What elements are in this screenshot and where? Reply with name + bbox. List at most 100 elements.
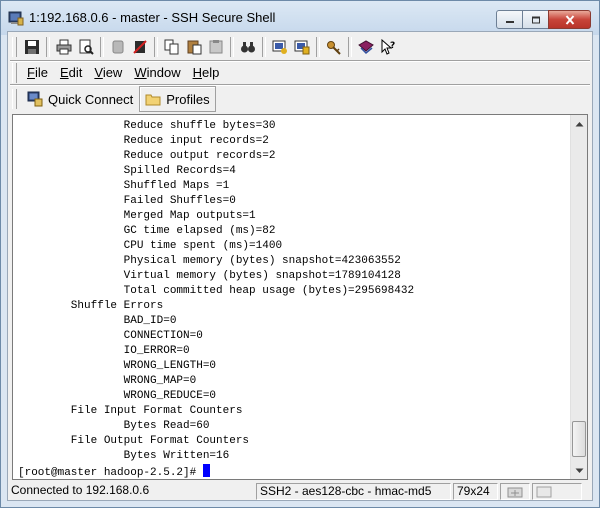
maximize-button[interactable] xyxy=(522,10,549,29)
terminal-line: WRONG_REDUCE=0 xyxy=(18,390,217,402)
status-tunnel xyxy=(500,483,530,500)
scroll-down-icon xyxy=(575,468,583,473)
terminal-line: Total committed heap usage (bytes)=29569… xyxy=(18,285,415,297)
menu-file[interactable]: File xyxy=(21,63,54,83)
minimize-button[interactable] xyxy=(496,10,523,29)
terminal-line: Virtual memory (bytes) snapshot=17891041… xyxy=(18,270,401,282)
terminal-prompt: [root@master hadoop-2.5.2]# xyxy=(18,467,203,479)
window-title: 1:192.168.0.6 - master - SSH Secure Shel… xyxy=(29,10,276,25)
menu-help-accel: H xyxy=(192,65,202,80)
menu-help[interactable]: Help xyxy=(187,63,226,83)
menu-view-label: iew xyxy=(102,65,123,80)
help-book-icon xyxy=(357,39,374,54)
menu-edit[interactable]: Edit xyxy=(54,63,88,83)
svg-text:?: ? xyxy=(390,41,395,51)
scroll-up-button[interactable] xyxy=(571,115,587,132)
terminal-line: BAD_ID=0 xyxy=(18,315,177,327)
terminal-line: WRONG_MAP=0 xyxy=(18,375,197,387)
vertical-scrollbar[interactable] xyxy=(570,115,587,479)
connect-icon xyxy=(112,40,123,53)
help-book-button[interactable] xyxy=(355,36,376,57)
folder-icon xyxy=(145,94,161,106)
status-bar: Connected to 192.168.0.6 SSH2 - aes128-c… xyxy=(8,483,592,500)
menubar-grip[interactable] xyxy=(12,63,17,83)
toolbar-separator xyxy=(154,36,158,57)
quick-connect-icon xyxy=(27,91,43,107)
profiles-button[interactable]: Profiles xyxy=(139,86,216,112)
status-connection: Connected to 192.168.0.6 xyxy=(11,483,150,497)
terminal-line: Bytes Written=16 xyxy=(18,450,230,462)
menu-view[interactable]: View xyxy=(88,63,128,83)
terminal-line: Shuffled Maps =1 xyxy=(18,180,230,192)
status-terminal-size: 79x24 xyxy=(453,483,498,500)
save-icon xyxy=(24,39,39,54)
quickbar-grip[interactable] xyxy=(12,89,17,109)
terminal-text: Reduce shuffle bytes=30 Reduce input rec… xyxy=(18,119,414,479)
help-pointer-button[interactable]: ? xyxy=(377,36,398,57)
terminal-line: Spilled Records=4 xyxy=(18,165,236,177)
print-icon xyxy=(56,39,71,54)
menu-view-accel: V xyxy=(94,65,103,80)
client-area: ? File Edit View Window Help Quick Conne… xyxy=(7,31,593,501)
menu-window[interactable]: Window xyxy=(128,63,186,83)
print-preview-icon xyxy=(79,39,94,55)
quick-connect-button[interactable]: Quick Connect xyxy=(21,86,139,112)
profile-settings-button[interactable] xyxy=(291,36,312,57)
menu-file-label: ile xyxy=(34,65,48,80)
terminal-line: Reduce shuffle bytes=30 xyxy=(18,120,276,132)
maximize-icon xyxy=(531,16,540,23)
terminal-line: Merged Map outputs=1 xyxy=(18,210,256,222)
minimize-icon xyxy=(505,20,514,23)
quick-connect-label: Quick Connect xyxy=(48,91,134,107)
scroll-thumb[interactable] xyxy=(572,421,586,457)
connect-button[interactable] xyxy=(107,36,128,57)
paste-button[interactable] xyxy=(183,36,204,57)
print-button[interactable] xyxy=(53,36,74,57)
disconnect-button[interactable] xyxy=(129,36,150,57)
status-encryption: SSH2 - aes128-cbc - hmac-md5 xyxy=(256,483,451,500)
find-button[interactable] xyxy=(237,36,258,57)
menu-bar: File Edit View Window Help xyxy=(12,62,225,84)
paste-file-icon xyxy=(209,39,222,53)
terminal-cursor xyxy=(202,464,210,477)
key-button[interactable] xyxy=(323,36,344,57)
paste-file-button[interactable] xyxy=(205,36,226,57)
settings-button[interactable] xyxy=(269,36,290,57)
terminal-prompt-line: [root@master hadoop-2.5.2]# xyxy=(18,464,414,479)
paste-icon xyxy=(187,40,201,54)
menu-window-accel: W xyxy=(134,65,147,80)
activity-icon xyxy=(536,486,552,497)
profile-settings-icon xyxy=(294,40,309,54)
terminal-line: IO_ERROR=0 xyxy=(18,345,190,357)
terminal-line: Bytes Read=60 xyxy=(18,420,210,432)
menu-help-label: elp xyxy=(201,65,220,80)
quick-connect-bar: Quick Connect Profiles xyxy=(12,86,216,112)
ssh-window: 1:192.168.0.6 - master - SSH Secure Shel… xyxy=(0,0,600,508)
terminal-line: Failed Shuffles=0 xyxy=(18,195,236,207)
toolbar-separator xyxy=(316,36,320,57)
save-button[interactable] xyxy=(21,36,42,57)
toolbar-separator xyxy=(262,36,266,57)
toolbar: ? xyxy=(12,34,399,59)
terminal-line: Reduce input records=2 xyxy=(18,135,269,147)
terminal-line: Shuffle Errors xyxy=(18,300,164,312)
terminal-line: File Output Format Counters xyxy=(18,435,256,447)
scroll-down-button[interactable] xyxy=(571,462,587,479)
terminal-line: Physical memory (bytes) snapshot=4230635… xyxy=(18,255,401,267)
ssh-terminal-icon xyxy=(8,11,24,26)
terminal-line: CPU time spent (ms)=1400 xyxy=(18,240,283,252)
terminal-output[interactable]: Reduce shuffle bytes=30 Reduce input rec… xyxy=(13,115,571,479)
menu-edit-accel: E xyxy=(59,65,69,80)
menu-edit-label: dit xyxy=(68,65,83,80)
toolbar-grip[interactable] xyxy=(12,36,17,57)
terminal-line: Reduce output records=2 xyxy=(18,150,276,162)
close-button[interactable] xyxy=(548,10,591,29)
terminal-line: GC time elapsed (ms)=82 xyxy=(18,225,276,237)
key-icon xyxy=(326,40,341,55)
terminal-line: File Input Format Counters xyxy=(18,405,250,417)
copy-button[interactable] xyxy=(161,36,182,57)
menu-window-label: indow xyxy=(146,65,181,80)
terminal-line: WRONG_LENGTH=0 xyxy=(18,360,217,372)
print-preview-button[interactable] xyxy=(75,36,96,57)
title-bar[interactable]: 1:192.168.0.6 - master - SSH Secure Shel… xyxy=(1,1,599,35)
